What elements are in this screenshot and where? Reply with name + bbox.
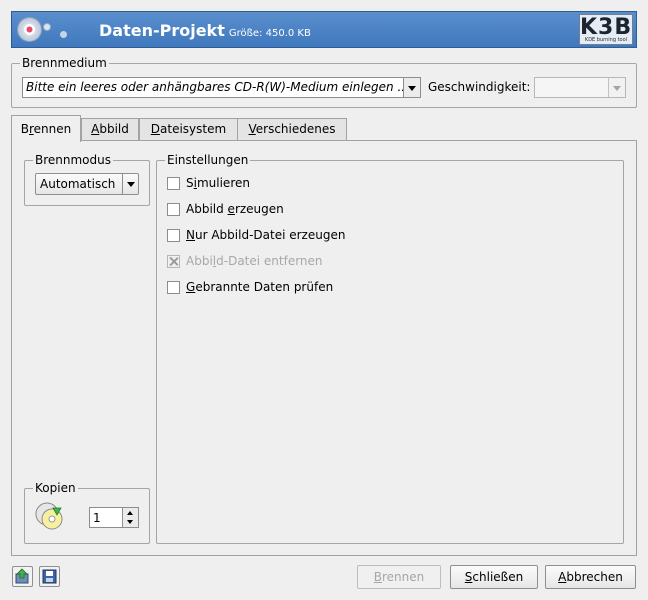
tab-label: bbild (99, 122, 129, 136)
tab-label: ateisystem (160, 122, 227, 136)
chevron-down-icon[interactable] (608, 78, 625, 97)
logo-subtext: KDE burning tool (584, 37, 628, 43)
burn-medium-select[interactable]: Bitte ein leeres oder anhängbares CD-R(W… (22, 77, 421, 98)
tab-label: erschiedenes (255, 122, 336, 136)
decorative-bubble-icon (60, 31, 67, 38)
k3b-logo: K3B KDE burning tool (579, 14, 633, 45)
checkbox-box[interactable] (167, 281, 180, 294)
checkbox-label: Simulieren (186, 176, 250, 190)
close-button[interactable]: Schließen (450, 565, 538, 589)
settings-group: Einstellungen (156, 153, 624, 544)
tab-label: V (248, 122, 256, 136)
tab-label: ennen (33, 122, 72, 136)
save-settings-icon (42, 569, 57, 584)
burn-mode-legend: Brennmodus (33, 153, 114, 167)
copies-legend: Kopien (33, 481, 78, 495)
speed-select[interactable] (534, 77, 626, 98)
tab-brennen[interactable]: Brennen (11, 115, 81, 142)
checkbox-box[interactable] (167, 203, 180, 216)
checkbox-box[interactable] (167, 229, 180, 242)
project-size: Größe: 450.0 KB (228, 28, 311, 39)
cd-copies-icon (34, 500, 66, 532)
settings-legend: Einstellungen (165, 153, 251, 167)
project-header: Daten-Projekt Größe: 450.0 KB K3B KDE bur… (11, 11, 637, 48)
project-title: Daten-Projekt Größe: 450.0 KB (99, 21, 311, 40)
checkbox-label: Nur Abbild-Datei erzeugen (186, 228, 346, 242)
tab-abbild[interactable]: Abbild (81, 118, 139, 141)
burn-button[interactable]: Brennen (357, 565, 441, 589)
burn-medium-legend: Brennmedium (20, 56, 109, 70)
burn-mode-select[interactable]: Automatisch (35, 173, 139, 195)
decorative-bubble-icon (43, 23, 51, 31)
copies-spinbox[interactable]: 1 (89, 507, 139, 528)
save-settings-button[interactable] (39, 566, 60, 587)
tab-label: D (150, 122, 161, 136)
load-settings-icon (15, 568, 29, 584)
tab-dateisystem[interactable]: Dateisystem (139, 118, 238, 141)
checkbox-box[interactable] (167, 177, 180, 190)
burn-medium-value: Bitte ein leeres oder anhängbares CD-R(W… (26, 80, 409, 94)
copies-value: 1 (93, 511, 101, 525)
cancel-button[interactable]: Abbrechen (545, 565, 636, 589)
chevron-down-icon[interactable] (122, 174, 138, 194)
tab-verschiedenes[interactable]: Verschiedenes (237, 118, 347, 141)
chevron-down-icon[interactable] (403, 78, 420, 97)
spin-down-icon[interactable] (122, 517, 138, 527)
checkbox-label: Gebrannte Daten prüfen (186, 280, 334, 294)
tab-label: B (20, 122, 29, 136)
cd-disc-icon (17, 17, 42, 42)
checkbox-label: Abbild erzeugen (186, 202, 284, 216)
speed-label: Geschwindigkeit: (428, 80, 531, 94)
checkbox-label: Abbild-Datei entfernen (186, 254, 323, 268)
checkbox-box-disabled (167, 255, 180, 268)
burn-mode-value: Automatisch (40, 177, 116, 191)
load-settings-button[interactable] (12, 566, 33, 587)
project-title-text: Daten-Projekt (99, 21, 225, 40)
